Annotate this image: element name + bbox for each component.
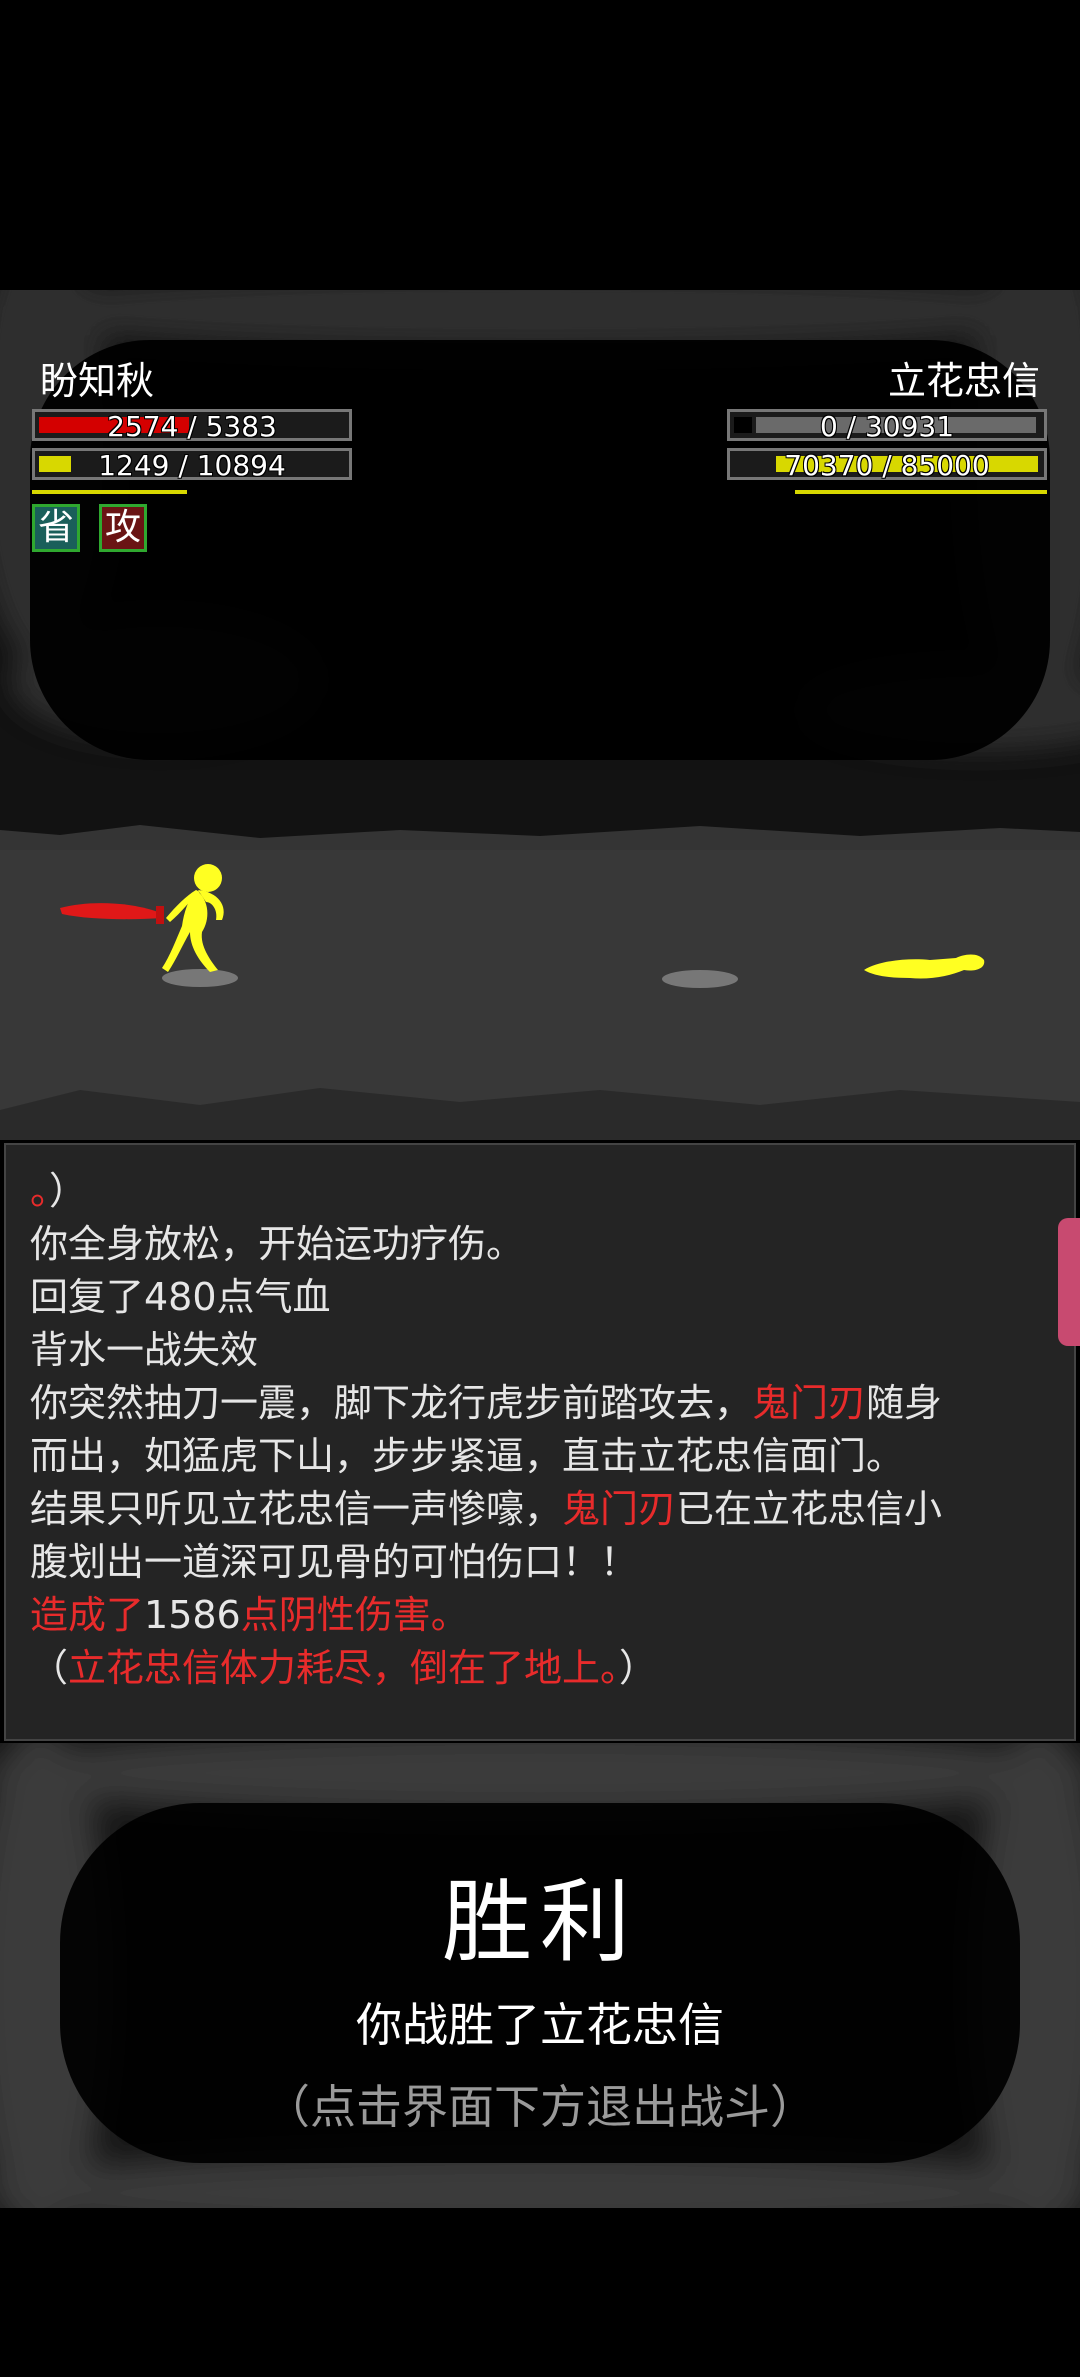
battle-log[interactable]: 。） 你全身放松，开始运功疗伤。 回复了480点气血 背水一战失效 你突然抽刀一…: [4, 1143, 1076, 1741]
log-line-9: （立花忠信体力耗尽，倒在了地上。）: [30, 1642, 657, 1695]
log-line-6: 结果只听见立花忠信一声惨嚎，鬼门刃已在立花忠信小: [30, 1483, 942, 1536]
log-cut-suffix: ）: [49, 1169, 88, 1213]
player-mp-text: 1249 / 10894: [98, 449, 286, 482]
player-hp-text: 2574 / 5383: [107, 410, 277, 443]
victory-title: 胜利: [442, 1870, 638, 1975]
log-damage-a: 造成了: [30, 1593, 145, 1637]
log-cut-prefix: 。: [30, 1169, 50, 1213]
enemy-name: 立花忠信: [887, 359, 1040, 403]
log-damage-value: 1586: [144, 1593, 241, 1637]
log-line-end: 。）: [30, 1165, 87, 1218]
log-line-2: 回复了480点气血: [30, 1275, 331, 1319]
bottom-black-area[interactable]: [0, 2208, 1080, 2377]
enemy-energy-line: [795, 490, 1047, 494]
log-fall-text: 立花忠信体力耗尽，倒在了地上。: [68, 1646, 620, 1690]
enemy-fallen-character: [864, 954, 985, 979]
log-attack1-b: 随身: [866, 1381, 943, 1425]
top-black-area: [0, 0, 1080, 290]
log-weapon-1: 鬼门刃: [752, 1381, 867, 1425]
empty-shadow: [662, 970, 738, 988]
player-character: [60, 864, 224, 972]
log-line-7: 腹划出一道深可见骨的可怕伤口！！: [30, 1540, 639, 1584]
player-name: 盼知秋: [40, 359, 155, 403]
log-damage-b: 点阴性伤害。: [240, 1593, 469, 1637]
log-attack2-b: 已在立花忠信小: [676, 1487, 943, 1531]
log-fall-close: ）: [619, 1646, 658, 1690]
badge-save[interactable]: 省: [32, 504, 80, 552]
victory-subtitle: 你战胜了立花忠信: [356, 1998, 724, 2052]
log-line-4: 你突然抽刀一震，脚下龙行虎步前踏攻去，鬼门刃随身: [30, 1377, 942, 1430]
enemy-hp-text: 0 / 30931: [819, 410, 955, 443]
player-mp-bar: 1249 / 10894: [32, 448, 352, 482]
log-weapon-2: 鬼门刃: [562, 1487, 677, 1531]
log-line-1: 你全身放松，开始运功疗伤。: [30, 1222, 525, 1266]
log-attack1-a: 你突然抽刀一震，脚下龙行虎步前踏攻去，: [30, 1381, 753, 1425]
enemy-hp-bar: 0 / 30931: [727, 409, 1047, 443]
log-line-8: 造成了1586点阴性伤害。: [30, 1589, 469, 1642]
exit-hint: （点击界面下方退出战斗）: [264, 2080, 816, 2134]
badge-attack[interactable]: 攻: [99, 504, 147, 552]
battle-arena: 盼知秋 立花忠信 2574 / 5383 1249 / 10894 省 攻 0 …: [0, 290, 1080, 1140]
saber-blade-icon: [60, 903, 162, 920]
saber-guard-icon: [156, 906, 164, 924]
player-hp-bar: 2574 / 5383: [32, 409, 352, 443]
log-attack2-a: 结果只听见立花忠信一声惨嚎，: [30, 1487, 563, 1531]
victory-panel[interactable]: 胜利 你战胜了立花忠信 （点击界面下方退出战斗）: [0, 1743, 1080, 2208]
enemy-mp-bar: 70370 / 85000: [727, 448, 1047, 482]
log-fall-open: （: [30, 1646, 69, 1690]
log-line-5: 而出，如猛虎下山，步步紧逼，直击立花忠信面门。: [30, 1434, 905, 1478]
log-line-3: 背水一战失效: [30, 1328, 259, 1372]
player-energy-line: [32, 490, 187, 494]
side-scroll-tab[interactable]: [1058, 1218, 1080, 1346]
enemy-mp-text: 70370 / 85000: [784, 449, 990, 482]
